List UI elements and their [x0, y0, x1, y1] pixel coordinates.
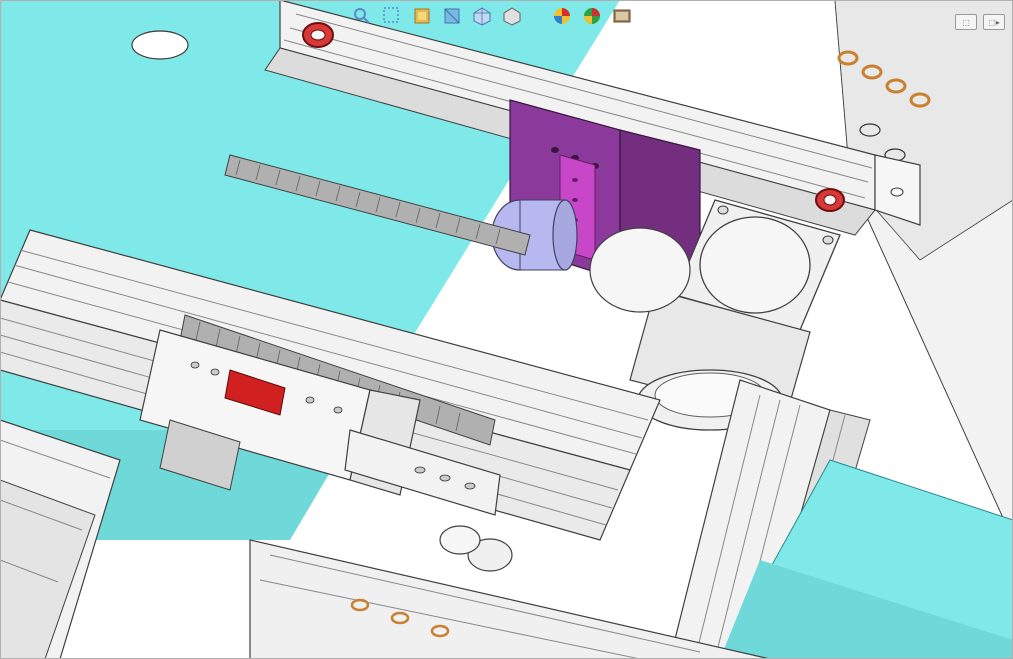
zoom-window-icon[interactable]: [380, 4, 404, 28]
previous-view-icon[interactable]: [410, 4, 434, 28]
viewport-3d[interactable]: [0, 0, 1013, 659]
section-view-icon[interactable]: [440, 4, 464, 28]
hide-show-icon[interactable]: [550, 4, 574, 28]
red-roller-right: [816, 189, 844, 211]
edit-appearance-icon[interactable]: [580, 4, 604, 28]
viewport-panel-controls: ⬚ ⬚▸: [955, 14, 1005, 30]
panel-icon-label: ⬚: [962, 18, 970, 27]
display-style-icon[interactable]: [500, 4, 524, 28]
apply-scene-icon[interactable]: [610, 4, 634, 28]
split-viewport-icon[interactable]: ⬚▸: [983, 14, 1005, 30]
pulley-cylinder: [590, 228, 690, 312]
red-roller-left: [303, 23, 333, 47]
zoom-fit-icon[interactable]: [350, 4, 374, 28]
panel-icon-label: ⬚▸: [988, 18, 1000, 27]
view-toolbar: [350, 4, 634, 28]
view-orientation-icon[interactable]: [470, 4, 494, 28]
single-viewport-icon[interactable]: ⬚: [955, 14, 977, 30]
